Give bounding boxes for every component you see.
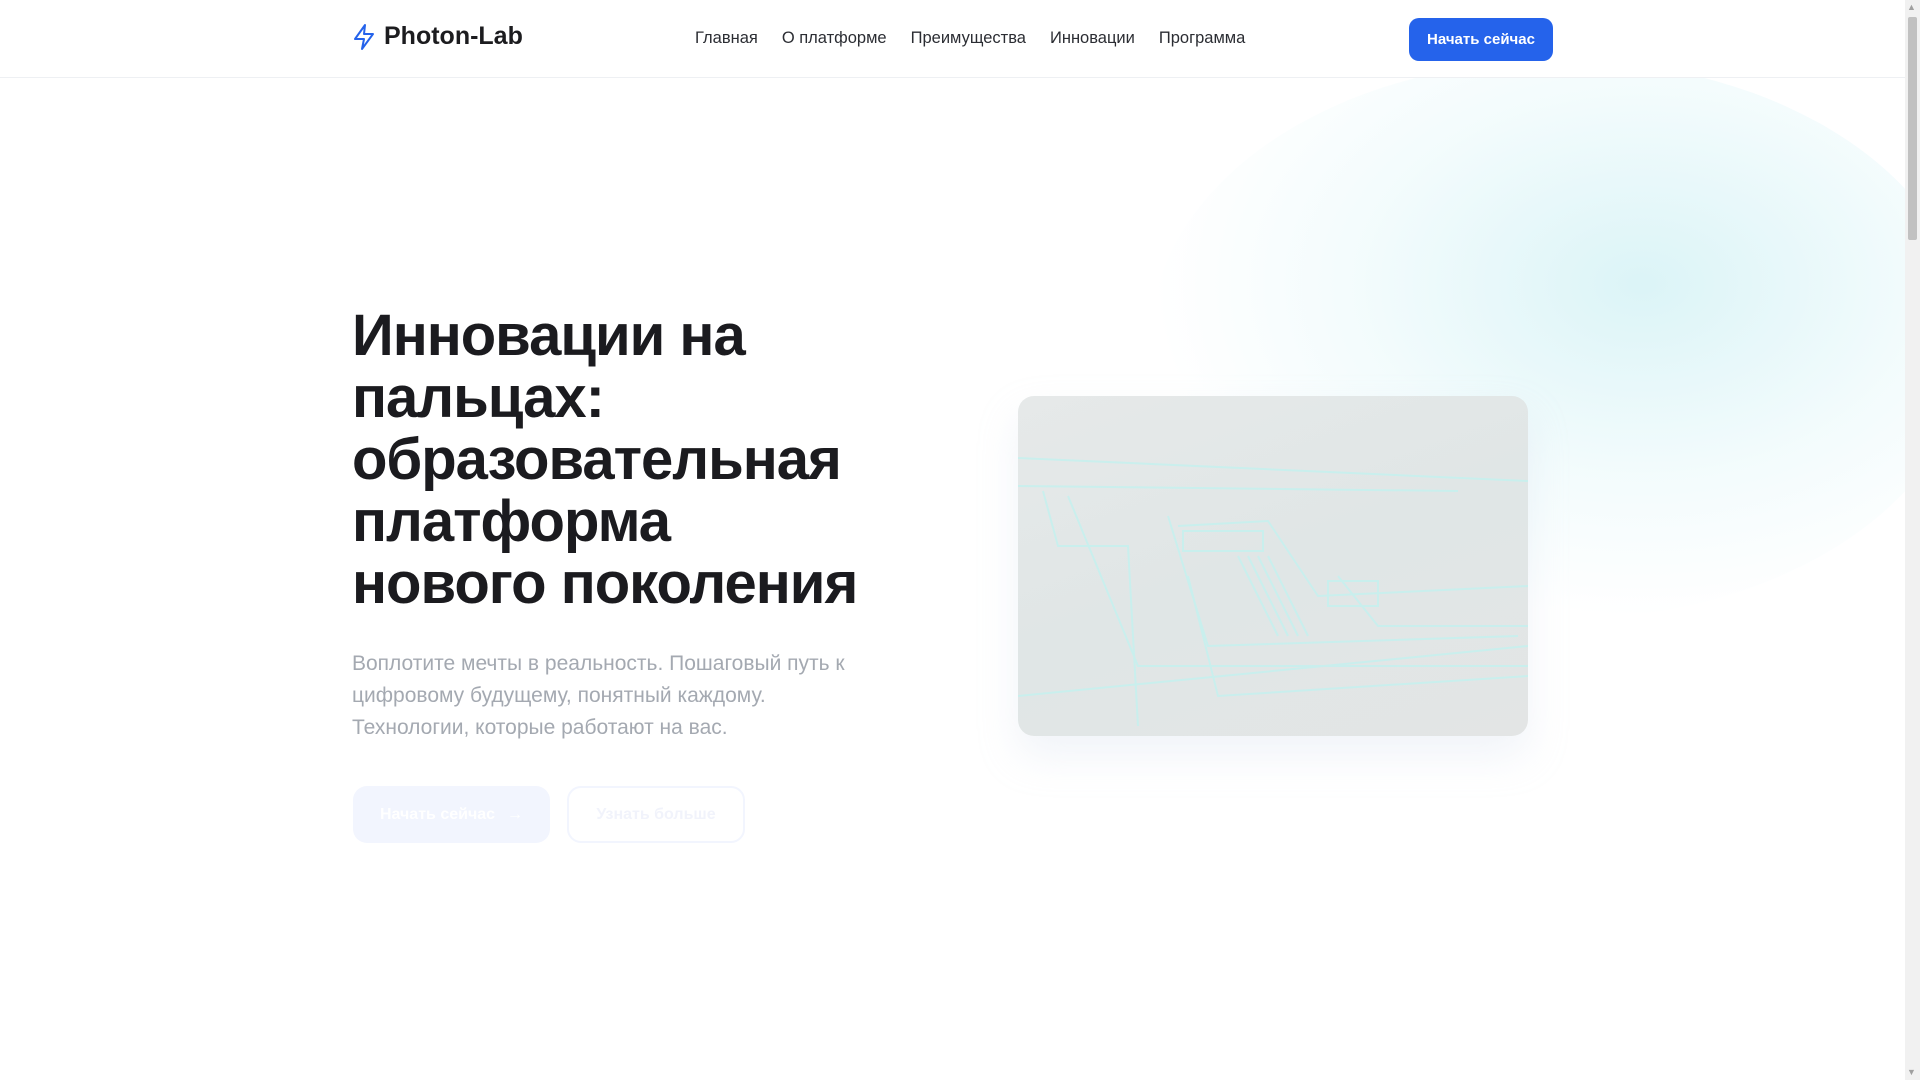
- header-start-button[interactable]: Начать сейчас: [1409, 18, 1553, 61]
- arrow-right-icon: →: [507, 805, 524, 823]
- circuit-board-image: [1018, 396, 1528, 736]
- scroll-down-icon[interactable]: ▼: [1907, 1067, 1916, 1077]
- scrollbar-thumb[interactable]: [1908, 17, 1917, 240]
- start-now-button[interactable]: Начать сейчас →: [353, 786, 550, 843]
- logo-text: Photon-Lab: [384, 22, 523, 50]
- start-now-label: Начать сейчас: [379, 805, 496, 823]
- site-header: Photon-Lab Главная О платформе Преимущес…: [0, 0, 1905, 78]
- lightning-icon: [354, 23, 374, 50]
- nav-home[interactable]: Главная: [695, 29, 758, 48]
- nav-advantages[interactable]: Преимущества: [911, 29, 1026, 48]
- learn-more-button[interactable]: Узнать больше: [567, 786, 745, 843]
- circuit-illustration: [1018, 457, 1528, 727]
- hero-title: Инновации на пальцах: образовательная пл…: [352, 303, 858, 616]
- logo[interactable]: Photon-Lab: [352, 22, 523, 51]
- page: Photon-Lab Главная О платформе Преимущес…: [0, 0, 1905, 1080]
- hero-lead: Воплотите мечты в реальность. Пошаговый …: [352, 652, 845, 739]
- nav-program[interactable]: Программа: [1159, 29, 1245, 48]
- scroll-up-icon[interactable]: ▲: [1907, 2, 1916, 12]
- main-nav: Главная О платформе Преимущества Инновац…: [695, 29, 1245, 48]
- nav-innovations[interactable]: Инновации: [1050, 29, 1135, 48]
- nav-about[interactable]: О платформе: [782, 29, 887, 48]
